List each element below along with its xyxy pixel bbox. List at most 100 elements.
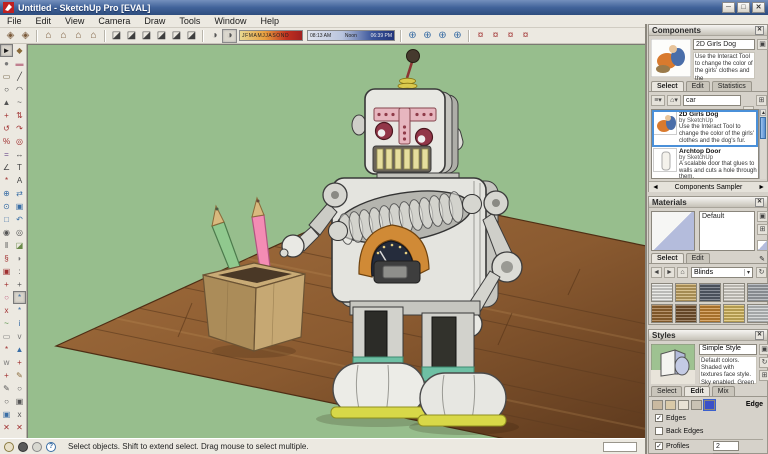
menu-file[interactable]: File [0, 16, 29, 26]
material-swatch-7[interactable] [699, 304, 721, 323]
pan-tool[interactable]: ⇄ [13, 187, 26, 200]
footprints-icon[interactable]: : [13, 265, 26, 278]
get-current-view-icon[interactable]: ⊕ [405, 29, 420, 43]
footer-next-icon[interactable]: ► [755, 184, 768, 191]
close-icon[interactable]: ✕ [755, 331, 764, 340]
style-name-field[interactable]: Simple Style [699, 344, 757, 355]
sample-paint-icon[interactable]: ↻ [756, 267, 767, 278]
scissors-icon[interactable]: x [13, 408, 26, 421]
scroll-up-icon[interactable]: ▲ [760, 109, 766, 116]
scrollbar-thumb[interactable] [760, 117, 766, 139]
display-pane-toggle-icon[interactable]: ▣ [757, 39, 768, 50]
zoom-tool[interactable]: ⊙ [0, 200, 13, 213]
set-default-swatch[interactable] [757, 240, 768, 251]
styles-title-bar[interactable]: Styles ✕ [649, 330, 767, 341]
dimension-tool[interactable]: ↔ [13, 148, 26, 161]
orbit-tool[interactable]: ⊕ [0, 187, 13, 200]
bird-icon[interactable]: v [13, 330, 26, 343]
view-options-dropdown-icon[interactable]: ≡▾ [651, 95, 665, 106]
pink-magnifier-icon[interactable]: ○ [0, 291, 13, 304]
in-model-dropdown-icon[interactable]: ⌂▾ [667, 95, 681, 106]
shell-icon[interactable]: ◗ [13, 252, 26, 265]
make-component-tool[interactable]: ◆ [13, 44, 26, 57]
shadow-toggle-icon[interactable]: ◑ [222, 29, 237, 43]
shaded-textures-icon[interactable]: ◪ [169, 29, 184, 43]
components-scrollbar[interactable]: ▲ [759, 109, 766, 179]
watermark-settings-icon[interactable] [691, 400, 702, 410]
previous-view-tool[interactable]: ↶ [13, 213, 26, 226]
display-pane-toggle-icon[interactable]: ▣ [759, 344, 768, 355]
close-button[interactable]: ✕ [752, 2, 765, 13]
help-icon[interactable]: ? [46, 442, 56, 452]
tab-styles-mix[interactable]: Mix [712, 386, 735, 396]
menu-draw[interactable]: Draw [137, 16, 172, 26]
viewport[interactable] [27, 44, 645, 438]
close-icon[interactable]: ✕ [755, 26, 764, 35]
back-arrow-icon[interactable]: ◄ [651, 267, 662, 278]
xray-icon[interactable]: ◪ [109, 29, 124, 43]
close-icon[interactable]: ✕ [755, 198, 764, 207]
modeling-settings-icon[interactable] [704, 400, 715, 410]
material-swatch-9[interactable] [747, 304, 768, 323]
menu-camera[interactable]: Camera [91, 16, 137, 26]
shadow-month-slider[interactable]: JFMAMJJASOND [239, 30, 303, 41]
zoom-window-tool[interactable]: ▣ [13, 200, 26, 213]
advanced-search-icon[interactable]: ⊞ [756, 95, 767, 106]
iso-view-icon[interactable]: ⌂ [41, 29, 56, 43]
magnifier-box-2-icon[interactable]: ▣ [0, 408, 13, 421]
hand-pencil-icon[interactable]: ✎ [13, 369, 26, 382]
person-icon[interactable]: i [13, 317, 26, 330]
component-list-item[interactable]: 2D Girls Dog by SketchUp Use the Interac… [652, 110, 758, 147]
red-axes-icon[interactable]: + [13, 356, 26, 369]
compass-icon[interactable]: + [13, 278, 26, 291]
eraser-tool[interactable]: ▬ [13, 57, 26, 70]
monochrome-icon[interactable]: ◪ [184, 29, 199, 43]
material-swatch-1[interactable] [675, 283, 697, 302]
share-component-icon[interactable]: ¤ [488, 29, 503, 43]
red-x-2-icon[interactable]: ✕ [13, 421, 26, 434]
edges-checkbox[interactable]: ✓ Edges [655, 414, 686, 422]
component-search-input[interactable] [683, 95, 741, 106]
material-swatch-4[interactable] [747, 283, 768, 302]
tape-measure-tool[interactable]: = [0, 148, 13, 161]
snowflake-icon[interactable]: * [0, 343, 13, 356]
walk-tool[interactable]: ‖ [0, 239, 13, 252]
paint-bucket-tool[interactable]: ● [0, 57, 13, 70]
tab-materials-edit[interactable]: Edit [686, 253, 710, 263]
magnifier-icon[interactable]: ○ [13, 382, 26, 395]
sketch-hand-icon[interactable]: ✎ [0, 382, 13, 395]
menu-edit[interactable]: Edit [29, 16, 59, 26]
status-icon-model[interactable] [18, 442, 28, 452]
wireframe-icon[interactable]: ◪ [124, 29, 139, 43]
rocket-icon[interactable]: ▲ [13, 343, 26, 356]
zoom-extents-tool[interactable]: □ [0, 213, 13, 226]
red-x-icon[interactable]: ✕ [0, 421, 13, 434]
refresh-style-icon[interactable]: ↻ [759, 357, 768, 368]
background-settings-icon[interactable] [678, 400, 689, 410]
share-model-icon[interactable]: ¤ [473, 29, 488, 43]
profiles-value-field[interactable] [713, 441, 739, 451]
status-icon-credit[interactable] [32, 442, 42, 452]
hidden-line-icon[interactable]: ◪ [139, 29, 154, 43]
swirl-2-icon[interactable]: ◈ [18, 29, 33, 43]
freehand-tool[interactable]: ~ [13, 96, 26, 109]
shaded-icon[interactable]: ◪ [154, 29, 169, 43]
select-tool[interactable]: ► [0, 44, 13, 57]
component-list-item[interactable]: Archtop Door by SketchUp A scalable door… [652, 147, 758, 179]
maximize-button[interactable]: □ [737, 2, 750, 13]
right-view-icon[interactable]: ⌂ [86, 29, 101, 43]
follow-me-tool[interactable]: ↷ [13, 122, 26, 135]
menu-help[interactable]: Help [253, 16, 286, 26]
forward-arrow-icon[interactable]: ► [664, 267, 675, 278]
menu-window[interactable]: Window [207, 16, 253, 26]
position-camera-tool[interactable]: ◉ [0, 226, 13, 239]
polygon-tool[interactable]: ▲ [0, 96, 13, 109]
material-swatch-3[interactable] [723, 283, 745, 302]
place-model-icon[interactable]: ⊕ [435, 29, 450, 43]
new-style-icon[interactable]: ⊞ [759, 370, 768, 381]
protractor-tool[interactable]: ∠ [0, 161, 13, 174]
stamp-icon[interactable]: ▣ [0, 265, 13, 278]
scale-tool[interactable]: % [0, 135, 13, 148]
component-name-field[interactable] [693, 39, 755, 50]
back-edges-checkbox[interactable]: Back Edges [655, 427, 703, 435]
